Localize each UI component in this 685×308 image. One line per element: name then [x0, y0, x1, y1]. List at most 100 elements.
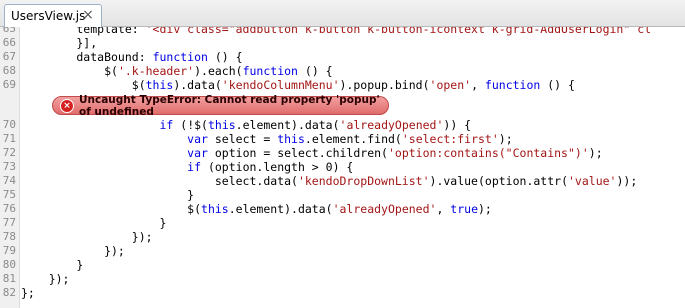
code-text: dataBound: function () { [21, 50, 242, 64]
code-token: (option.length > 0) { [201, 160, 354, 174]
code-line: 68 $('.k-header').each(function () { [0, 64, 685, 78]
error-bubble[interactable]: × Uncaught TypeError: Cannot read proper… [52, 93, 389, 118]
code-token: function [152, 50, 208, 64]
code-token: function [484, 78, 541, 92]
line-number: 68 [2, 64, 16, 77]
code-token: template: [21, 27, 146, 36]
line-number: 82 [2, 286, 16, 299]
code-token: } [21, 188, 195, 202]
code-token: }; [21, 286, 35, 300]
code-line: 80 } [0, 258, 685, 272]
line-number: 76 [2, 202, 16, 215]
code-line: 79 }); [0, 244, 685, 258]
code-token: } [21, 258, 84, 272]
code-token: function [242, 64, 298, 78]
code-token: ); [498, 132, 513, 146]
code-text: }], [21, 36, 97, 50]
code-token: dataBound: [21, 50, 153, 64]
line-number: 78 [2, 230, 16, 243]
code-editor[interactable]: 65 template: '<div class="addbutton k-bu… [0, 27, 685, 308]
code-line: 66 }], [0, 36, 685, 50]
code-token: .element).data( [235, 118, 340, 132]
close-icon[interactable]: × [81, 8, 95, 22]
error-icon: × [60, 98, 74, 113]
code-token: }], [21, 36, 98, 50]
code-line: 75 } [0, 188, 685, 202]
code-token: 'value' [568, 174, 617, 188]
code-token: ); [478, 202, 492, 216]
code-token: 'option:contains("Contains")' [387, 146, 589, 160]
code-line: 71 var select = this.element.find('selec… [0, 132, 685, 146]
code-line: 65 template: '<div class="addbutton k-bu… [0, 27, 685, 36]
code-token: this [277, 132, 305, 146]
code-token: )) { [443, 118, 472, 132]
code-token: 'open' [429, 78, 472, 92]
code-token: , [436, 202, 451, 216]
code-token: if [159, 118, 174, 132]
error-message: Uncaught TypeError: Cannot read property… [79, 93, 380, 118]
line-number: 70 [2, 118, 16, 131]
code-token: }); [21, 230, 153, 244]
code-token: ).popup.bind( [339, 78, 430, 92]
line-number: 81 [2, 272, 16, 285]
code-line: 67 dataBound: function () { [0, 50, 685, 64]
code-token: var [187, 146, 208, 160]
code-line: 82}; [0, 286, 685, 300]
code-token: select = [207, 132, 278, 146]
line-number: 77 [2, 216, 16, 229]
code-token: 'alreadyOpened' [339, 118, 444, 132]
code-token: 'kendoColumnMenu' [221, 78, 340, 92]
code-line: 81 }); [0, 272, 685, 286]
code-token: this [145, 78, 174, 92]
code-token: }); [21, 272, 70, 286]
code-token: var [187, 132, 208, 146]
code-token: }); [21, 244, 125, 258]
code-token: () { [297, 64, 333, 78]
code-token: } [21, 216, 167, 230]
code-line: 69 $(this).data('kendoColumnMenu').popup… [0, 78, 685, 92]
code-token: true [450, 202, 478, 216]
line-number: 65 [2, 27, 16, 35]
code-text: $('.k-header').each(function () { [21, 64, 333, 78]
code-token: )); [616, 174, 638, 188]
code-line: 78 }); [0, 230, 685, 244]
line-number: 80 [2, 258, 16, 271]
code-token: $( [21, 78, 146, 92]
code-token: () { [540, 78, 575, 92]
code-text: } [21, 258, 83, 272]
code-text: }); [21, 272, 70, 286]
code-token: $( [21, 64, 118, 78]
code-line: 77 } [0, 216, 685, 230]
line-number: 74 [2, 174, 16, 187]
code-token: ).data( [173, 78, 222, 92]
code-text: if (!$(this.element).data('alreadyOpened… [21, 118, 471, 132]
code-token: ).each( [194, 64, 243, 78]
code-text: $(this.element).data('alreadyOpened', tr… [21, 202, 492, 216]
code-token: $( [21, 202, 202, 216]
tab-usersview[interactable]: UsersView.js × [4, 4, 102, 27]
code-token: this [207, 118, 236, 132]
code-token: 'alreadyOpened' [332, 202, 437, 216]
code-token: .element).data( [228, 202, 333, 216]
code-text: } [21, 188, 194, 202]
code-line: 73 if (option.length > 0) { [0, 160, 685, 174]
line-number: 73 [2, 160, 16, 173]
code-line: 72 var option = select.children('option:… [0, 146, 685, 160]
line-number: 66 [2, 36, 16, 49]
tab-bar: UsersView.js × [0, 0, 685, 27]
code-token: 'select:first' [401, 132, 499, 146]
line-number: 71 [2, 132, 16, 145]
code-token: ); [588, 146, 603, 160]
code-text: }); [21, 244, 125, 258]
code-text: }; [21, 286, 35, 300]
code-token: , [471, 78, 485, 92]
code-token: this [201, 202, 229, 216]
line-number: 67 [2, 50, 16, 63]
code-token: option = select.children( [207, 146, 388, 160]
error-row: × Uncaught TypeError: Cannot read proper… [0, 93, 685, 119]
line-number: 69 [2, 78, 16, 91]
code-token: select.data( [21, 174, 298, 188]
